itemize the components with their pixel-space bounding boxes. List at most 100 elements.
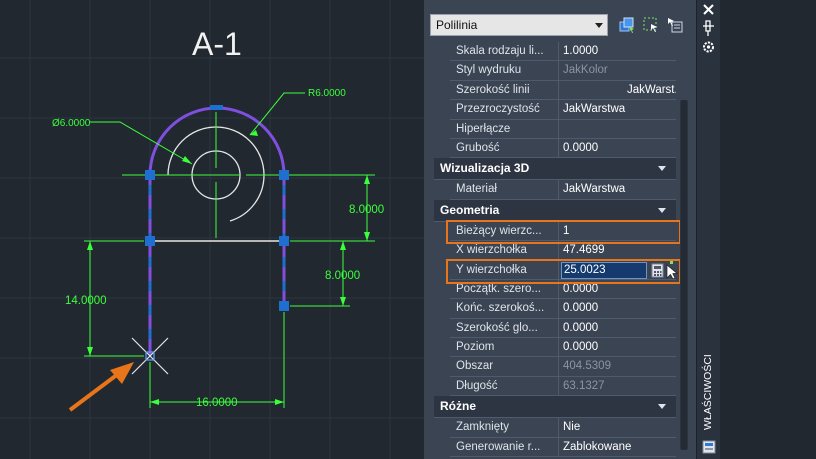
calculator-icon[interactable] [651,263,665,279]
object-type-select[interactable]: Polilinia [430,14,608,36]
property-row[interactable]: Skala rodzaju li... 1.0000 [434,42,676,62]
grip [145,236,155,246]
geometry-rows: Bieżący wierzc... 1 X wierzchołka 47.4699 Y … [434,219,681,397]
row-gutter [434,299,450,319]
auto-hide-icon[interactable] [703,20,714,36]
palette-title: WŁAŚCIWOŚCI [701,354,714,430]
property-row[interactable]: Generowanie r... Zablokowane [434,437,676,458]
property-name: Początk. szero... [450,279,559,300]
row-gutter [434,80,450,101]
selected-polyline [148,106,286,356]
property-row[interactable]: Początk. szero... 0.0000 [434,279,676,300]
property-value[interactable]: JakWarstwa [559,100,676,120]
row-gutter [434,138,450,159]
property-value[interactable]: Nie [559,418,676,438]
row-gutter [434,221,450,242]
property-row[interactable]: Szerokość glo... 0.0000 [434,318,676,339]
property-name: Szerokość linii [450,80,559,101]
property-row[interactable]: Y wierzchołka 25.0023 [434,260,678,280]
dim-left: 14.0000 [65,295,107,307]
property-row[interactable]: X wierzchołka 47.4699 [434,241,676,261]
diameter-dim: Ø6.0000 [52,118,91,129]
property-value[interactable]: 404.5309 [559,357,676,377]
row-gutter [434,119,450,139]
y-vertex-input[interactable]: 25.0023 [561,261,647,279]
collapse-icon[interactable] [658,166,666,172]
collapse-icon[interactable] [658,404,666,410]
row-gutter [434,357,450,377]
property-row[interactable]: Poziom 0.0000 [434,338,676,358]
sheet-title: A-1 [192,26,242,62]
scrollbar[interactable] [680,100,688,450]
section-title: Geometria [440,202,500,217]
misc-rows: Zamknięty Nie Generowanie r... Zablokowane [434,418,676,458]
collapse-icon[interactable] [658,207,666,213]
property-row[interactable]: Końc. szerokoś... 0.0000 [434,299,676,319]
section-title: Różne [440,399,476,414]
property-name: Poziom [450,338,559,358]
radius-dim: R6.0000 [308,88,346,99]
property-value[interactable]: Zablokowane [559,438,676,458]
grip [145,170,155,180]
row-gutter [434,318,450,339]
property-value[interactable]: 0.0000 [559,319,676,339]
pick-point-cursor-icon[interactable] [666,260,680,279]
grip [279,301,289,311]
property-name: Zamknięty [450,418,559,438]
property-value[interactable] [559,120,676,139]
viz3d-rows: Materiał JakWarstwa [434,180,676,200]
property-value[interactable]: 0.0000 [559,299,676,319]
property-value[interactable]: 0.0000 [559,280,676,300]
property-row[interactable]: Styl wydruku JakKolor [434,61,676,81]
select-objects-icon[interactable] [642,16,660,34]
settings-gear-icon[interactable] [703,41,714,53]
property-row[interactable]: Zamknięty Nie [434,418,676,438]
property-name: Bieżący wierzc... [450,221,559,242]
close-icon[interactable] [703,4,714,15]
section-geometry[interactable]: Geometria [434,199,676,222]
property-value[interactable]: JakKolor [559,61,676,81]
property-row[interactable]: Przezroczystość JakWarstwa [434,100,676,120]
row-gutter [434,100,450,120]
property-row[interactable]: Grubość 0.0000 [434,138,676,159]
chevron-down-icon [595,23,603,28]
drawing-canvas[interactable]: R6.0000 Ø6.0000 8.0000 8.0000 14.0000 16… [0,0,424,459]
row-gutter [434,376,450,397]
row-gutter [434,180,450,200]
row-gutter [434,437,450,458]
drawing-area[interactable]: R6.0000 Ø6.0000 8.0000 8.0000 14.0000 16… [0,0,424,459]
property-value[interactable]: 0.0000 [559,338,676,358]
dim-upper-right: 8.0000 [349,204,384,216]
model-space-edge [720,0,816,459]
property-row[interactable]: Długość 63.1327 [434,376,676,397]
row-gutter [434,241,450,261]
property-row[interactable]: Szerokość liniiJakWarst... [434,80,676,101]
property-name: Grubość [450,138,559,159]
toggle-pickadd-icon[interactable] [666,16,684,34]
section-title: Wizualizacja 3D [440,161,530,176]
property-row[interactable]: Bieżący wierzc... 1 [434,221,676,242]
property-name: Długość [450,376,559,397]
property-value[interactable]: 1.0000 [559,42,676,62]
grip [279,170,289,180]
section-misc[interactable]: Różne [434,396,676,419]
property-value[interactable]: JakWarstwa [559,180,676,200]
property-row[interactable]: Obszar 404.5309 [434,357,676,377]
property-value[interactable]: 63.1327 [559,377,676,397]
property-value[interactable]: 47.4699 [559,241,676,261]
property-row[interactable]: Materiał JakWarstwa [434,180,676,200]
properties-icon[interactable] [702,440,716,454]
property-name: Końc. szerokoś... [450,299,559,319]
quick-select-icon[interactable] [618,16,636,34]
property-value[interactable]: 1 [559,222,676,242]
general-rows: Skala rodzaju li... 1.0000 Styl wydruku Jak… [434,42,676,159]
property-value[interactable]: JakWarst... [559,81,676,101]
property-row[interactable]: Hiperłącze [434,119,676,139]
dim-lower-right: 8.0000 [325,270,360,282]
pointer-arrow [68,372,120,412]
property-value[interactable]: 0.0000 [559,139,676,159]
section-3d-visualization[interactable]: Wizualizacja 3D [434,158,676,181]
property-name: X wierzchołka [450,241,559,261]
property-grid: Skala rodzaju li... 1.0000 Styl wydruku Jak… [434,42,681,458]
scrollbar-thumb[interactable] [681,100,687,450]
